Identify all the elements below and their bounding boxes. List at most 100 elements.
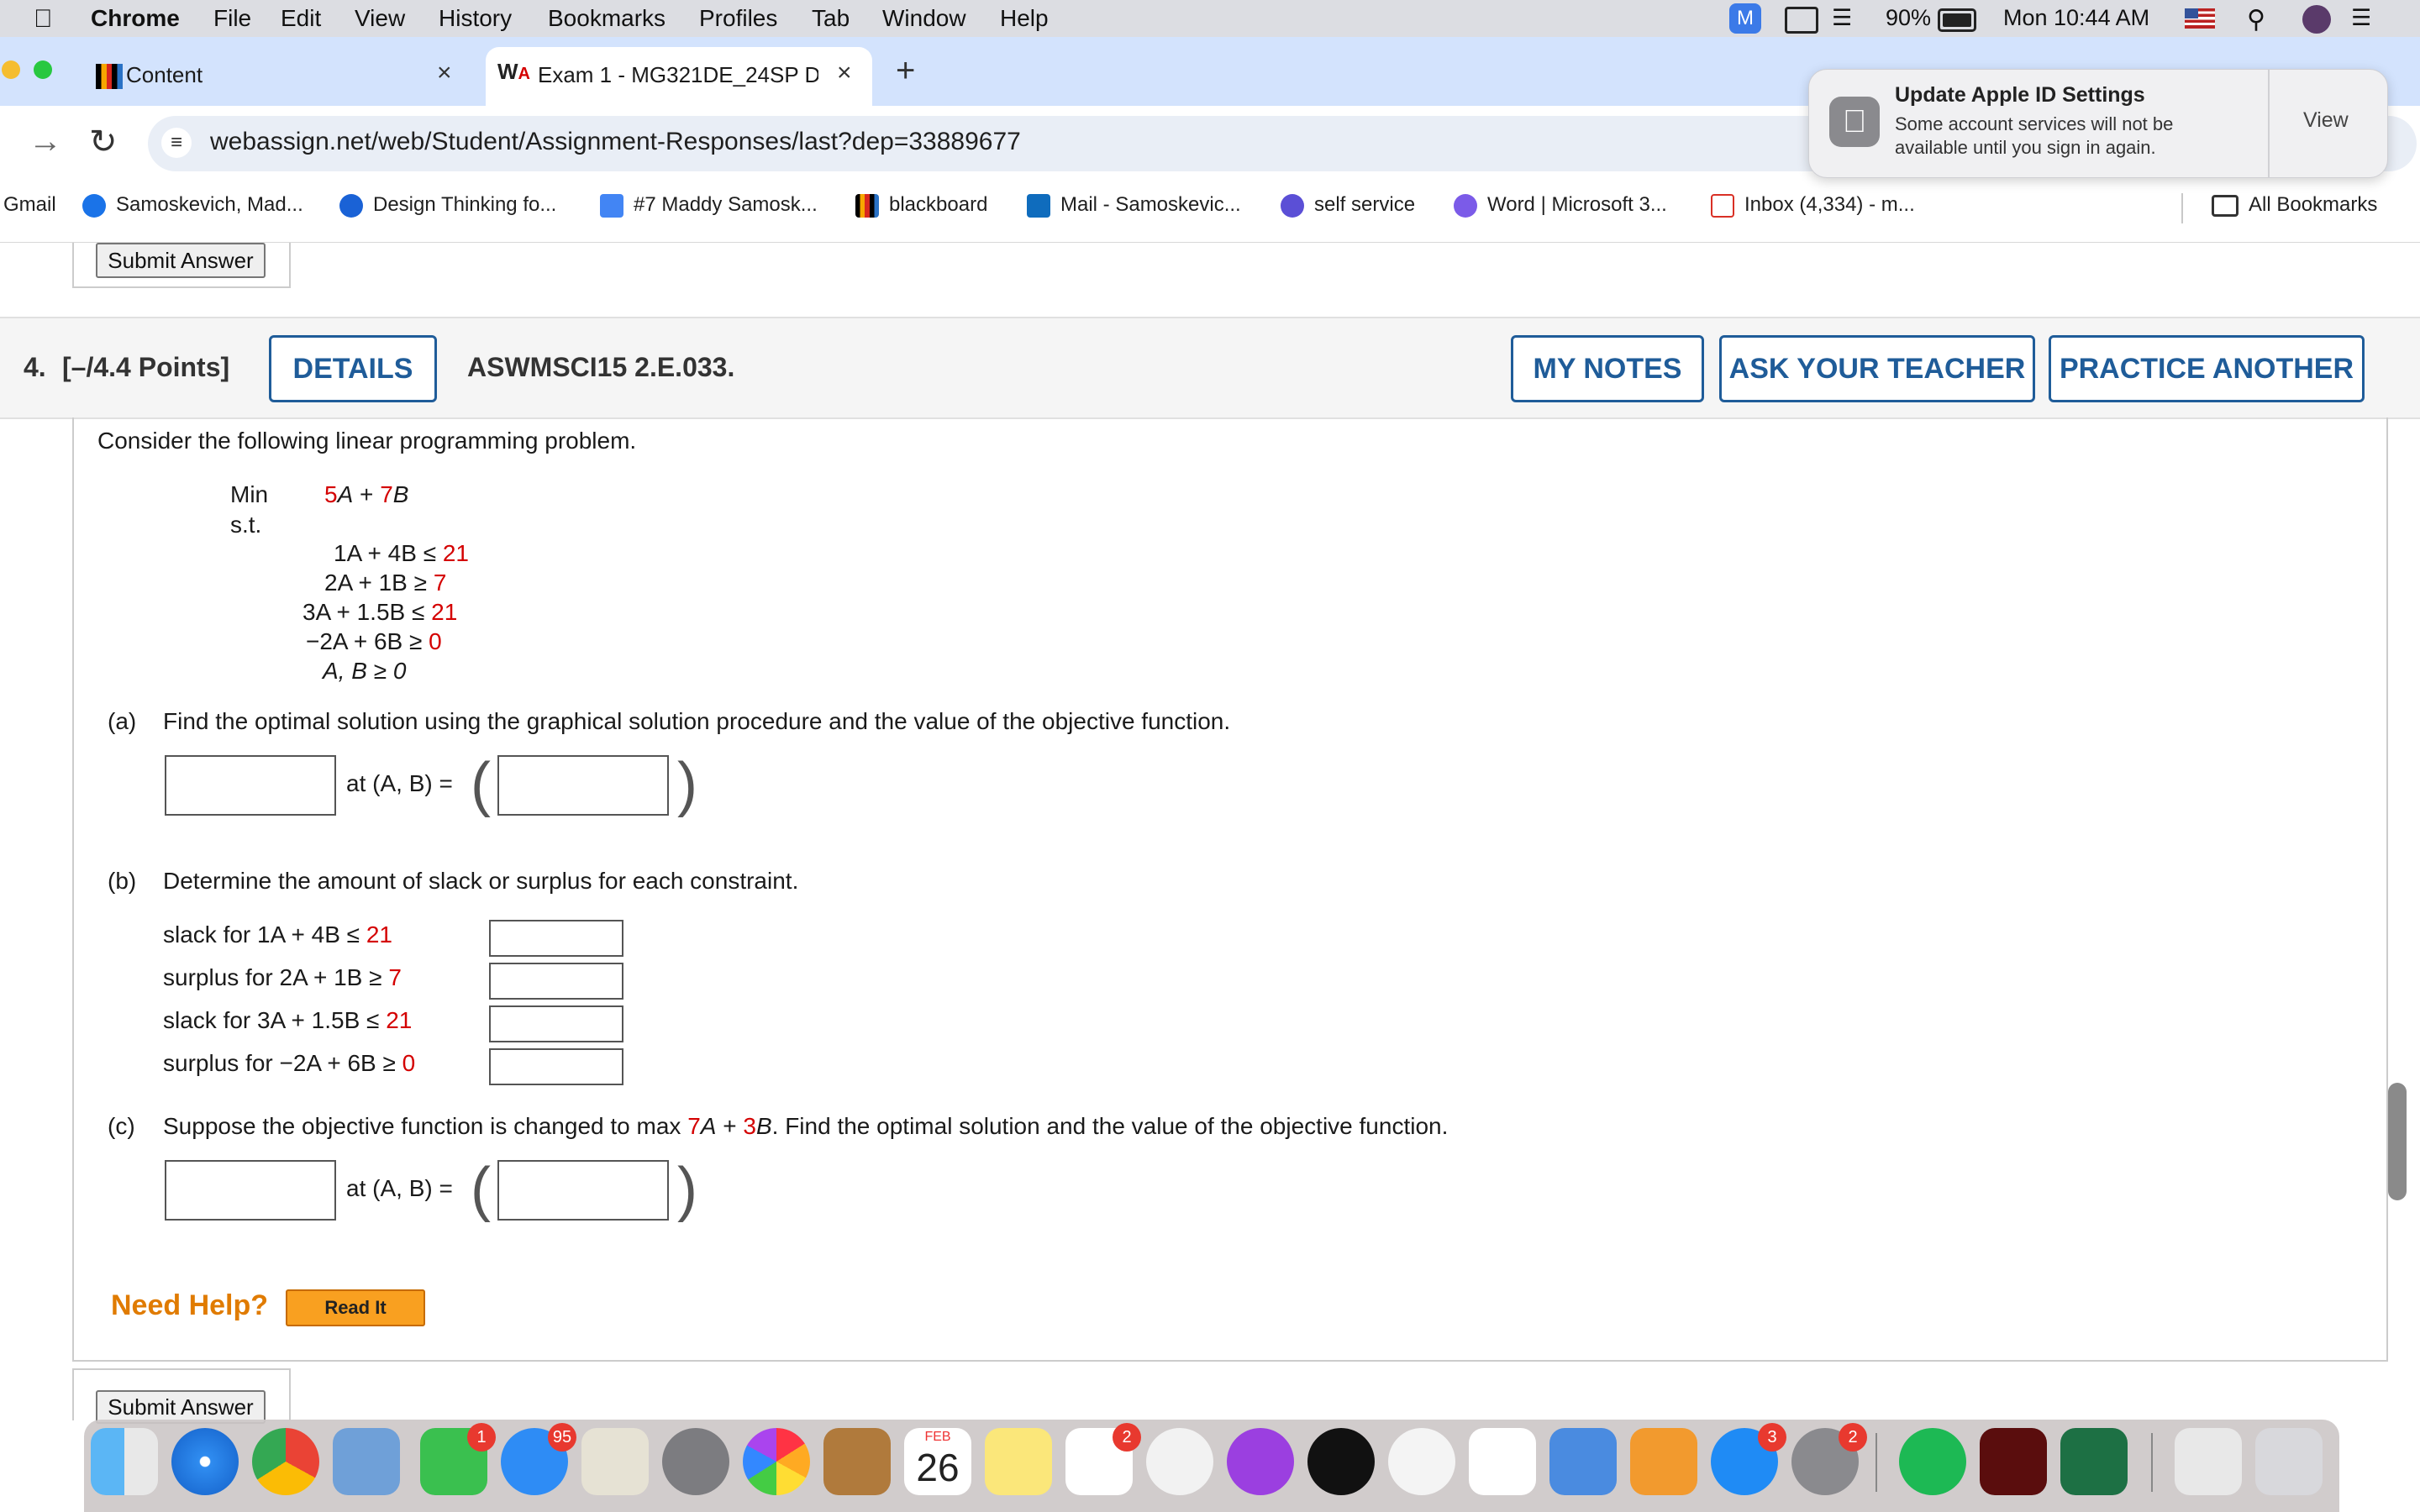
bookmark-maddy-doc[interactable]: #7 Maddy Samosk... bbox=[600, 193, 818, 218]
forward-arrow-icon[interactable]: → bbox=[29, 123, 62, 160]
menu-app-name[interactable]: Chrome bbox=[91, 5, 180, 32]
flash-player-icon[interactable] bbox=[1980, 1428, 2047, 1495]
gmail-icon bbox=[1711, 193, 1734, 218]
bookmark-design-thinking[interactable]: Design Thinking fo... bbox=[339, 193, 556, 218]
music-icon[interactable] bbox=[1146, 1428, 1213, 1495]
page-scrollbar-thumb[interactable] bbox=[2388, 1083, 2407, 1200]
part-c-objective-value-input[interactable] bbox=[165, 1160, 336, 1221]
bookmark-word[interactable]: Word | Microsoft 3... bbox=[1454, 193, 1667, 218]
pages-icon[interactable] bbox=[1630, 1428, 1697, 1495]
part-c-open-paren: ( bbox=[471, 1156, 491, 1223]
wifi-icon[interactable]: ☰ bbox=[1832, 5, 1852, 31]
system-settings-icon[interactable]: 2 bbox=[1791, 1423, 1867, 1495]
calendar-icon[interactable]: FEB 26 bbox=[904, 1428, 971, 1495]
bookmark-self-service[interactable]: self service bbox=[1281, 193, 1415, 218]
menu-window[interactable]: Window bbox=[882, 5, 966, 32]
url-text[interactable]: webassign.net/web/Student/Assignment-Res… bbox=[210, 128, 1021, 156]
finder-icon[interactable] bbox=[91, 1428, 158, 1495]
podcasts-icon[interactable] bbox=[1227, 1428, 1294, 1495]
trash-icon[interactable] bbox=[2255, 1428, 2323, 1495]
notes-icon[interactable] bbox=[985, 1428, 1052, 1495]
dock-divider-2 bbox=[2151, 1433, 2153, 1492]
all-bookmarks[interactable]: All Bookmarks bbox=[2212, 193, 2377, 217]
bookmark-onedrive[interactable]: Samoskevich, Mad... bbox=[82, 193, 303, 218]
ask-your-teacher-button[interactable]: ASK YOUR TEACHER bbox=[1719, 335, 2035, 402]
bookmark-outlook-mail[interactable]: Mail - Samoskevic... bbox=[1027, 193, 1241, 218]
control-center-icon[interactable]: ☰ bbox=[2351, 5, 2371, 31]
practice-another-button[interactable]: PRACTICE ANOTHER bbox=[2049, 335, 2365, 402]
menu-help[interactable]: Help bbox=[1000, 5, 1049, 32]
slack-row-4-input[interactable] bbox=[489, 1048, 623, 1085]
part-c-text: Suppose the objective function is change… bbox=[163, 1113, 1449, 1139]
chrome-icon[interactable] bbox=[252, 1428, 319, 1495]
battery-icon[interactable] bbox=[1938, 8, 1976, 32]
downloads-stack-icon[interactable] bbox=[2175, 1428, 2242, 1495]
spotlight-search-icon[interactable]: ⚲ bbox=[2247, 5, 2265, 34]
menu-profiles[interactable]: Profiles bbox=[699, 5, 777, 32]
menu-view[interactable]: View bbox=[355, 5, 405, 32]
notification-banner[interactable]:  Update Apple ID Settings Some account … bbox=[1808, 69, 2388, 178]
facetime-icon[interactable]: 1 bbox=[420, 1423, 496, 1495]
app-store-icon[interactable]: 3 bbox=[1711, 1423, 1786, 1495]
mail-stamp-icon[interactable] bbox=[333, 1428, 400, 1495]
input-source-flag-icon[interactable] bbox=[2185, 8, 2215, 29]
spotify-icon[interactable] bbox=[1899, 1428, 1966, 1495]
menu-bookmarks[interactable]: Bookmarks bbox=[548, 5, 666, 32]
bookmark-blackboard[interactable]: blackboard bbox=[855, 193, 987, 218]
cloud-icon bbox=[82, 193, 106, 218]
new-tab-button[interactable]: + bbox=[896, 52, 915, 90]
notification-body-2: available until you sign in again. bbox=[1895, 137, 2156, 158]
news-icon[interactable] bbox=[1388, 1428, 1455, 1495]
tab-exam-1[interactable]: WA Exam 1 - MG321DE_24SP Dat × bbox=[486, 47, 872, 106]
blackboard-favicon-icon bbox=[96, 64, 123, 89]
part-a-objective-value-input[interactable] bbox=[165, 755, 336, 816]
menu-edit[interactable]: Edit bbox=[281, 5, 321, 32]
slack-row-3-input[interactable] bbox=[489, 1005, 623, 1042]
slack-row-4-label: surplus for −2A + 6B ≥ 0 bbox=[163, 1050, 416, 1076]
read-it-button[interactable]: Read It bbox=[286, 1289, 425, 1326]
notification-view-button[interactable]: View bbox=[2303, 108, 2349, 133]
part-c-ab-input[interactable] bbox=[497, 1160, 669, 1221]
tab-content[interactable]: Content × bbox=[81, 47, 476, 106]
part-a-ab-input[interactable] bbox=[497, 755, 669, 816]
siri-icon[interactable] bbox=[2302, 5, 2331, 34]
menu-history[interactable]: History bbox=[439, 5, 512, 32]
apple-menu-icon[interactable]:  bbox=[34, 5, 53, 34]
messages-icon[interactable]: 95 bbox=[501, 1423, 576, 1495]
menu-file[interactable]: File bbox=[213, 5, 251, 32]
clock[interactable]: Mon 10:44 AM bbox=[2003, 5, 2149, 31]
constraint-2: 2A + 1B ≥ 7 bbox=[324, 570, 447, 596]
reload-icon[interactable]: ↻ bbox=[89, 123, 118, 161]
slack-row-1-input[interactable] bbox=[489, 920, 623, 957]
bookmark-gmail-inbox[interactable]: Inbox (4,334) - m... bbox=[1711, 193, 1915, 218]
photos-icon[interactable] bbox=[743, 1428, 810, 1495]
excel-icon[interactable] bbox=[2060, 1428, 2128, 1495]
tab-close-icon[interactable]: × bbox=[437, 59, 452, 87]
my-notes-button[interactable]: MY NOTES bbox=[1511, 335, 1704, 402]
site-info-icon[interactable]: ≡ bbox=[161, 128, 192, 158]
window-zoom-button[interactable] bbox=[34, 60, 52, 79]
coursera-icon bbox=[339, 193, 363, 218]
menu-tab[interactable]: Tab bbox=[812, 5, 850, 32]
submit-answer-button-top[interactable]: Submit Answer bbox=[96, 243, 266, 278]
status-app-icon[interactable]: M bbox=[1729, 3, 1761, 34]
safari-icon[interactable] bbox=[171, 1428, 239, 1495]
details-button[interactable]: DETAILS bbox=[269, 335, 437, 402]
question-number: 4. bbox=[24, 352, 46, 382]
notification-divider bbox=[2268, 70, 2270, 177]
settings-badge: 2 bbox=[1839, 1423, 1867, 1452]
apple-tv-icon[interactable] bbox=[1307, 1428, 1375, 1495]
display-icon[interactable] bbox=[1785, 7, 1818, 34]
submit-answer-button-bottom[interactable]: Submit Answer bbox=[96, 1390, 266, 1424]
reminders-icon[interactable]: 2 bbox=[1065, 1423, 1141, 1495]
bookmark-gmail[interactable]: Gmail bbox=[3, 193, 56, 217]
maps-icon[interactable] bbox=[581, 1428, 649, 1495]
launchpad-icon[interactable] bbox=[662, 1428, 729, 1495]
tab-close-icon[interactable]: × bbox=[837, 59, 852, 87]
keynote-icon[interactable] bbox=[1549, 1428, 1617, 1495]
window-minimize-button[interactable] bbox=[2, 60, 20, 79]
contacts-icon[interactable] bbox=[823, 1428, 891, 1495]
slack-row-2-input[interactable] bbox=[489, 963, 623, 1000]
outlook-icon bbox=[1027, 193, 1050, 218]
numbers-icon[interactable] bbox=[1469, 1428, 1536, 1495]
